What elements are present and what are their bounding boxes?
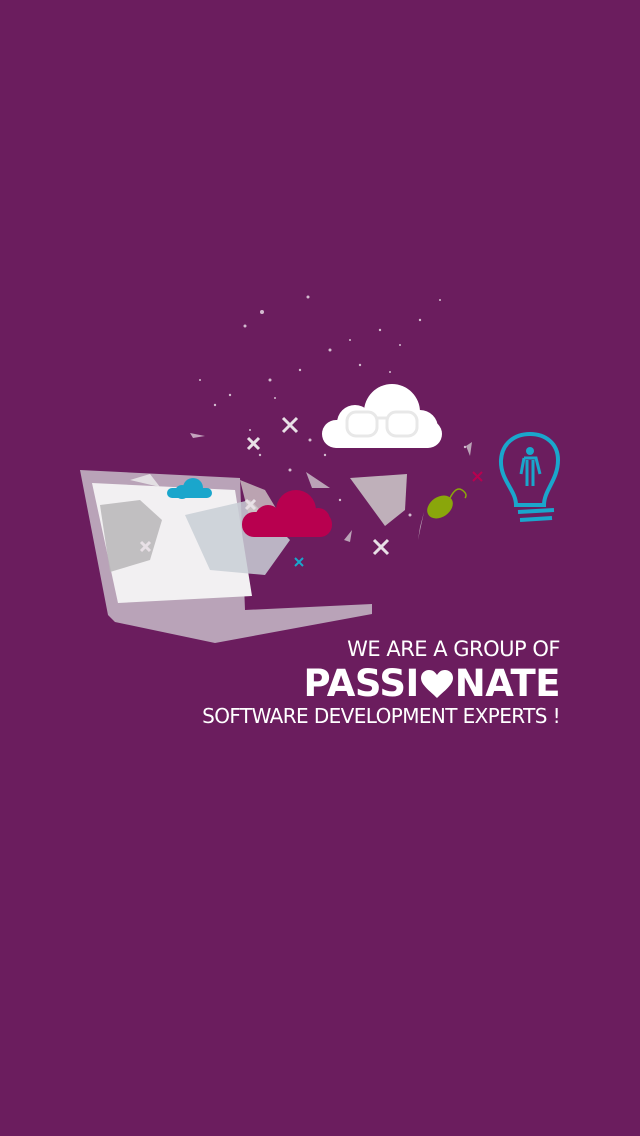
mouse-icon (427, 488, 467, 519)
tagline-line1: WE ARE A GROUP OF (347, 637, 560, 661)
passionate-suffix: NATE (454, 662, 561, 705)
heart-icon (420, 670, 453, 698)
crystal-shard (350, 474, 407, 526)
tagline-line3: SOFTWARE DEVELOPMENT EXPERTS ! (202, 704, 560, 728)
laptop-illustration (80, 470, 372, 643)
lightbulb-person-icon (498, 431, 561, 522)
tagline-passionate: PASSI NATE (303, 662, 560, 706)
cloud-glasses-icon (322, 384, 442, 448)
passionate-prefix: PASSI (303, 662, 419, 705)
